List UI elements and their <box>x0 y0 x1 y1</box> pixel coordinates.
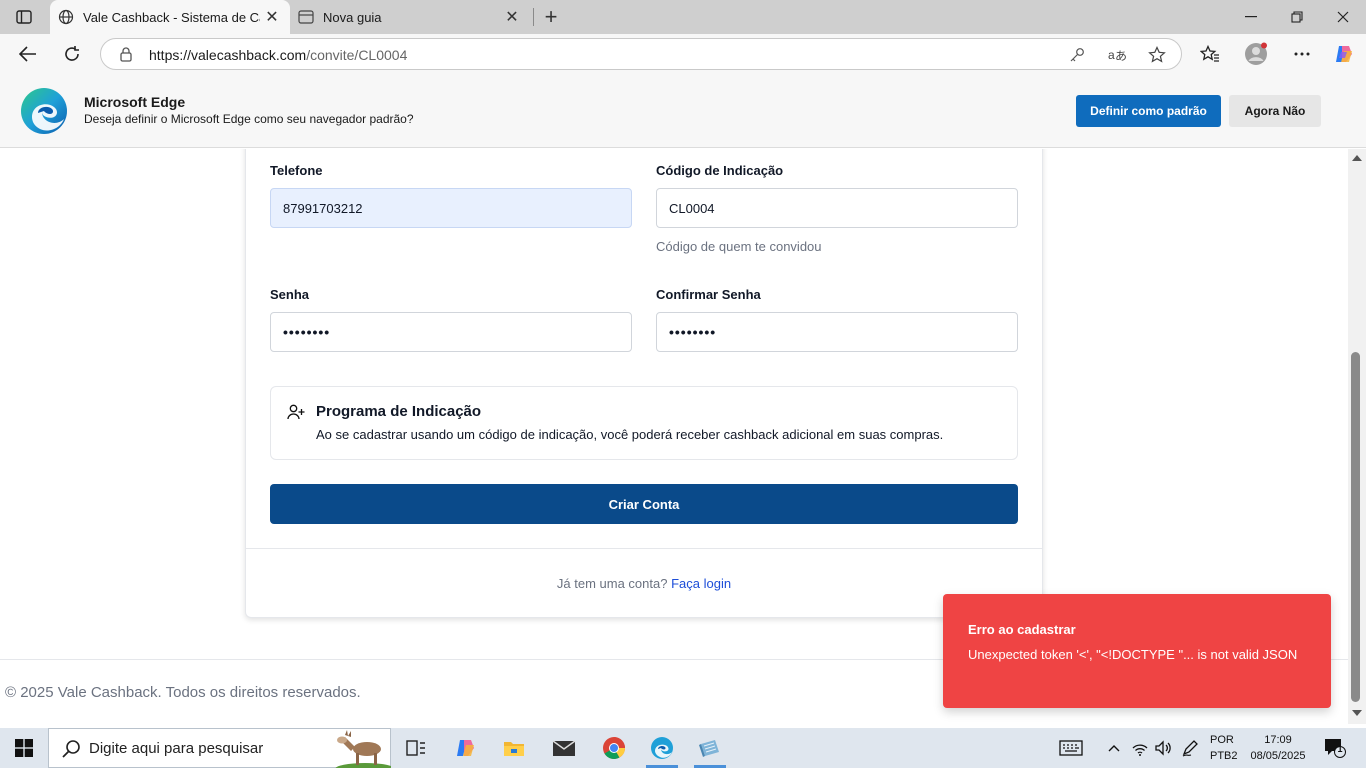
favorites-icon[interactable] <box>1198 42 1222 66</box>
chrome-icon[interactable] <box>594 732 634 764</box>
error-toast[interactable]: Erro ao cadastrar Unexpected token '<', … <box>943 594 1331 708</box>
close-window-icon[interactable] <box>1320 0 1366 34</box>
phone-label: Telefone <box>270 163 323 178</box>
taskbar-search[interactable]: Digite aqui para pesquisar <box>48 728 391 768</box>
app-taskbar-icon[interactable] <box>690 732 730 768</box>
url-text: https://valecashback.com/convite/CL0004 <box>149 47 407 63</box>
pen-icon[interactable] <box>1180 738 1200 758</box>
referral-code-label: Código de Indicação <box>656 163 784 178</box>
svg-text:a: a <box>1108 48 1115 62</box>
search-icon <box>62 740 80 758</box>
password-label: Senha <box>270 287 310 302</box>
confirm-password-label: Confirmar Senha <box>656 287 761 302</box>
referral-program-title: Programa de Indicação <box>316 403 482 420</box>
notification-count: 1 <box>1337 744 1343 754</box>
card-divider <box>246 548 1042 549</box>
search-placeholder: Digite aqui para pesquisar <box>89 740 264 757</box>
page-icon <box>298 9 314 25</box>
add-user-icon <box>287 404 305 420</box>
tab-strip: Vale Cashback - Sistema de Cashb ✕ Nova … <box>0 0 1366 34</box>
infobar-message: Deseja definir o Microsoft Edge como seu… <box>84 112 414 126</box>
task-view-icon[interactable] <box>396 732 436 764</box>
key-icon[interactable] <box>1067 45 1087 65</box>
not-now-button[interactable]: Agora Não <box>1229 95 1321 127</box>
restore-icon[interactable] <box>1274 0 1320 34</box>
scroll-down-arrow-icon[interactable] <box>1352 710 1362 716</box>
tab-actions-icon[interactable] <box>10 6 38 28</box>
password-input[interactable]: •••••••• <box>270 312 632 352</box>
taskbar-clock[interactable]: 17:09 08/05/2025 <box>1246 732 1310 764</box>
favorite-star-icon[interactable] <box>1147 45 1167 65</box>
globe-icon <box>58 9 74 25</box>
close-tab-icon[interactable]: ✕ <box>260 5 284 29</box>
file-explorer-icon[interactable] <box>494 732 534 764</box>
lang-layout: PTB2 <box>1210 750 1238 762</box>
back-icon[interactable] <box>12 38 44 70</box>
login-prompt-text: Já tem uma conta? <box>556 576 668 591</box>
donkey-illustration-icon <box>335 730 391 768</box>
minimize-icon[interactable] <box>1228 0 1274 34</box>
lang-code: POR <box>1210 734 1234 746</box>
copilot-taskbar-icon[interactable] <box>446 732 486 764</box>
keyboard-layout-icon[interactable] <box>1058 738 1084 758</box>
tab-title: Vale Cashback - Sistema de Cashb <box>83 9 260 25</box>
notification-center-icon[interactable]: 1 <box>1324 738 1346 758</box>
referral-code-hint: Código de quem te convidou <box>656 239 822 254</box>
profile-avatar-icon[interactable] <box>1244 42 1268 66</box>
windows-start-icon[interactable] <box>0 728 48 768</box>
page-scrollbar[interactable] <box>1348 149 1366 724</box>
edge-logo-icon <box>21 88 67 134</box>
phone-input[interactable]: 87991703212 <box>270 188 632 228</box>
more-options-icon[interactable] <box>1290 42 1314 66</box>
browser-toolbar: https://valecashback.com/convite/CL0004 … <box>0 34 1366 74</box>
volume-icon[interactable] <box>1154 738 1174 758</box>
windows-taskbar: Digite aqui para pesquisar POR PTB2 17:0… <box>0 728 1366 768</box>
url-host: https://valecashback.com <box>149 47 307 63</box>
clock-date: 08/05/2025 <box>1250 750 1306 762</box>
tab-title: Nova guia <box>323 9 382 25</box>
default-browser-infobar: Microsoft Edge Deseja definir o Microsof… <box>0 74 1366 148</box>
close-tab-icon[interactable]: ✕ <box>500 5 524 29</box>
show-hidden-icons-icon[interactable] <box>1104 738 1124 758</box>
referral-program-box: Programa de Indicação Ao se cadastrar us… <box>270 386 1018 460</box>
clock-time: 17:09 <box>1264 734 1292 746</box>
edge-taskbar-icon[interactable] <box>642 732 682 768</box>
footer-copyright: © 2025 Vale Cashback. Todos os direitos … <box>5 684 361 701</box>
address-bar[interactable]: https://valecashback.com/convite/CL0004 … <box>100 38 1182 70</box>
copilot-icon[interactable] <box>1332 42 1356 66</box>
toast-message: Unexpected token '<', "<!DOCTYPE "... is… <box>968 647 1298 662</box>
input-language[interactable]: POR PTB2 <box>1210 732 1238 764</box>
toast-title: Erro ao cadastrar <box>968 622 1076 637</box>
set-default-button[interactable]: Definir como padrão <box>1076 95 1221 127</box>
confirm-password-input[interactable]: •••••••• <box>656 312 1018 352</box>
signup-card: Telefone 87991703212 Código de Indicação… <box>245 149 1043 618</box>
site-info-icon[interactable] <box>118 46 134 62</box>
referral-program-text: Ao se cadastrar usando um código de indi… <box>316 427 944 442</box>
scroll-thumb[interactable] <box>1351 352 1360 702</box>
infobar-title: Microsoft Edge <box>84 94 186 110</box>
wifi-icon[interactable] <box>1130 738 1150 758</box>
create-account-button[interactable]: Criar Conta <box>270 484 1018 524</box>
url-path: /convite/CL0004 <box>306 47 408 63</box>
svg-text:あ: あ <box>1115 49 1126 63</box>
login-link[interactable]: Faça login <box>671 576 731 591</box>
mail-icon[interactable] <box>544 732 584 764</box>
refresh-icon[interactable] <box>56 38 88 70</box>
tab-separator <box>533 8 534 26</box>
tab-nova-guia[interactable]: Nova guia ✕ <box>290 0 530 34</box>
new-tab-icon[interactable]: + <box>538 4 564 30</box>
tab-vale-cashback[interactable]: Vale Cashback - Sistema de Cashb ✕ <box>50 0 290 34</box>
scroll-up-arrow-icon[interactable] <box>1352 155 1362 161</box>
referral-code-input[interactable]: CL0004 <box>656 188 1018 228</box>
translate-icon[interactable]: aあ <box>1107 45 1127 65</box>
login-prompt: Já tem uma conta? Faça login <box>246 576 1042 591</box>
